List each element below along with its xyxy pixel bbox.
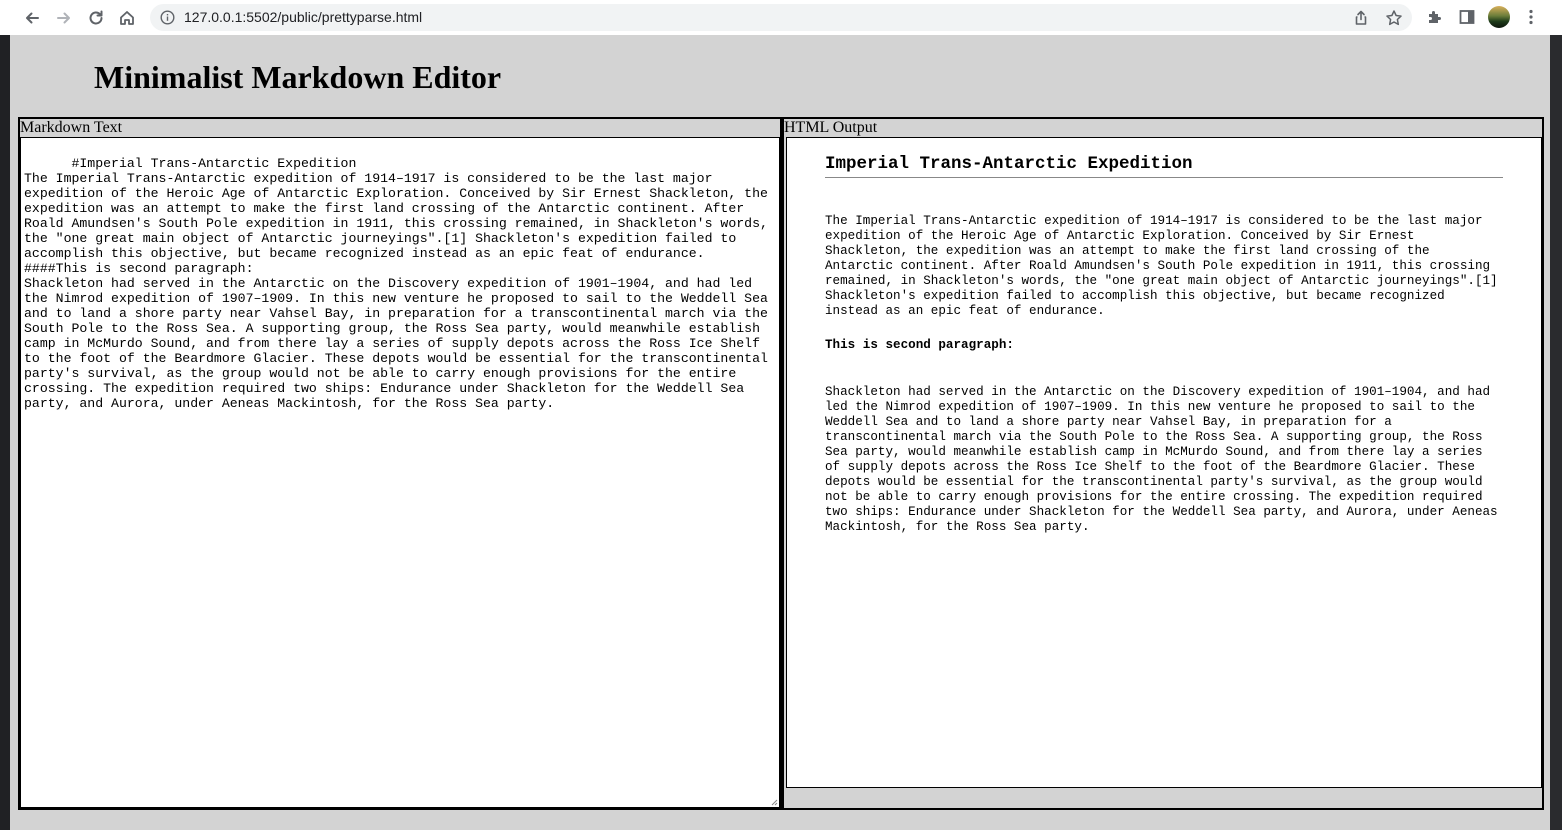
markdown-input[interactable]: #Imperial Trans-Antarctic Expedition The… [20,137,780,808]
back-icon [26,12,39,24]
page-title: Minimalist Markdown Editor [94,59,502,95]
output-pane: HTML Output Imperial Trans-Antarctic Exp… [782,117,1544,810]
address-bar[interactable]: 127.0.0.1:5502/public/prettyparse.html [150,4,1412,31]
side-panel-icon[interactable] [1458,8,1476,26]
resize-grip-icon[interactable] [770,798,778,806]
output-paragraph: The Imperial Trans-Antarctic expedition … [825,214,1498,318]
output-subheading: This is second paragraph: [825,338,1014,352]
html-output: Imperial Trans-Antarctic Expedition The … [786,137,1542,788]
markdown-label: Markdown Text [20,119,123,136]
home-icon [120,11,134,25]
url-text[interactable]: 127.0.0.1:5502/public/prettyparse.html [184,9,422,25]
markdown-text[interactable]: #Imperial Trans-Antarctic Expedition The… [24,156,776,411]
markdown-pane: Markdown Text #Imperial Trans-Antarctic … [18,117,782,810]
back-button[interactable] [19,5,45,31]
info-icon[interactable] [160,10,175,25]
background-window-edge [1550,35,1562,830]
output-label: HTML Output [784,119,878,136]
output-heading: Imperial Trans-Antarctic Expedition [825,154,1503,178]
forward-icon [57,12,70,24]
avatar[interactable] [1488,6,1510,28]
page-viewport: Minimalist Markdown Editor Markdown Text… [10,35,1550,830]
menu-icon[interactable] [1522,8,1540,26]
home-button[interactable] [114,5,140,31]
share-icon[interactable] [1352,9,1370,27]
forward-button[interactable] [51,5,77,31]
extensions-icon[interactable] [1426,8,1444,26]
browser-toolbar: 127.0.0.1:5502/public/prettyparse.html [0,0,1562,35]
star-icon[interactable] [1385,9,1403,27]
reload-icon [89,10,103,25]
reload-button[interactable] [83,5,109,31]
output-paragraph: Shackleton had served in the Antarctic o… [825,385,1498,534]
